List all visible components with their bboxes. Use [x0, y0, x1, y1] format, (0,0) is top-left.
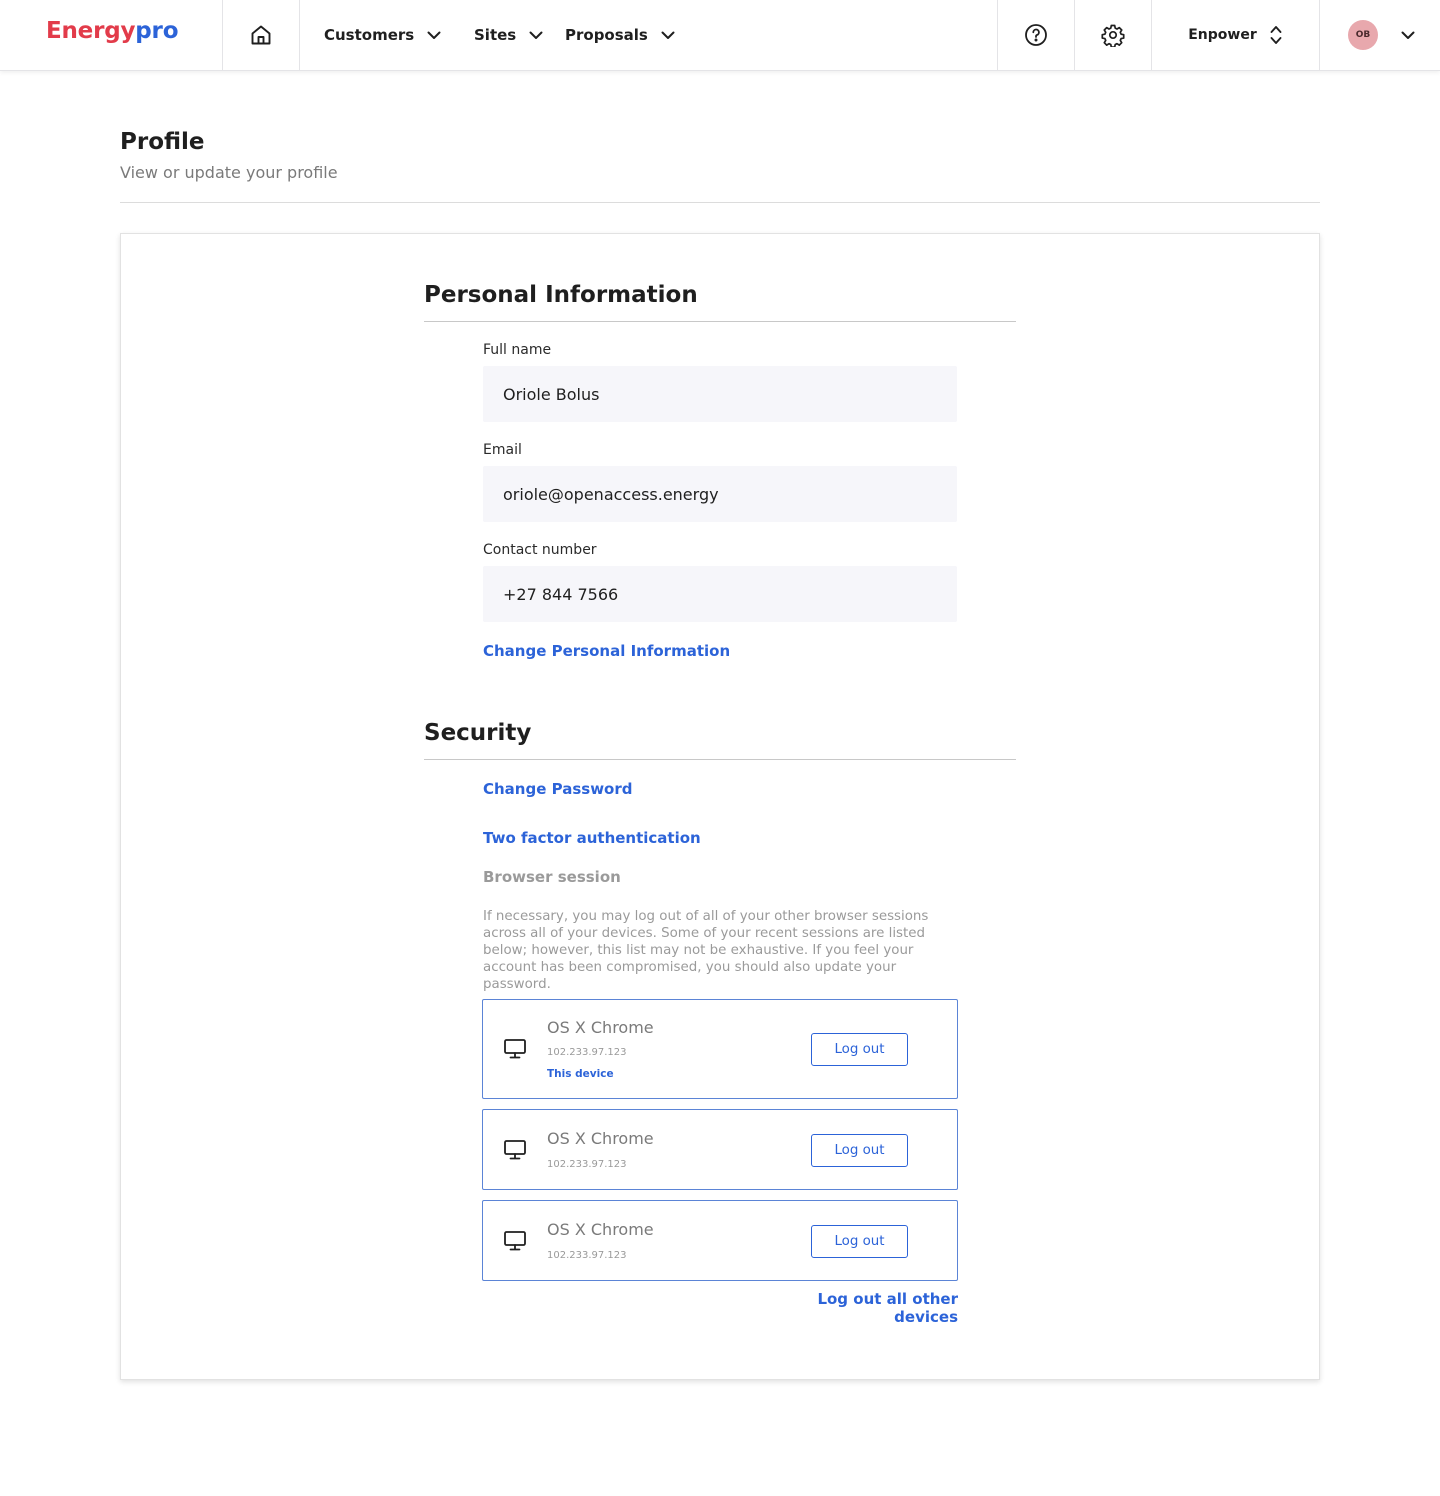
section-divider — [424, 759, 1016, 760]
organisation-switcher[interactable]: Enpower — [1152, 0, 1319, 70]
log-out-all-other-devices-link[interactable]: Log out all other devices — [775, 1290, 958, 1326]
two-factor-authentication-link[interactable]: Two factor authentication — [483, 829, 701, 847]
email-value: oriole@openaccess.energy — [503, 484, 719, 504]
browser-session-description: If necessary, you may log out of all of … — [483, 909, 929, 992]
this-device-badge: This device — [547, 1068, 614, 1080]
contact-number-value: +27 844 7566 — [503, 584, 619, 604]
organisation-name: Enpower — [1188, 27, 1257, 43]
session-device-name: OS X Chrome — [547, 1018, 654, 1037]
email-field[interactable]: oriole@openaccess.energy — [483, 466, 957, 522]
browser-session-heading: Browser session — [483, 868, 621, 886]
home-button[interactable] — [223, 0, 299, 70]
monitor-icon — [503, 1230, 527, 1252]
home-icon — [249, 23, 273, 47]
security-heading: Security — [424, 720, 532, 746]
chevron-down-icon — [1400, 27, 1416, 43]
nav-menu-label: Proposals — [565, 26, 648, 44]
nav-menu-proposals[interactable]: Proposals — [565, 0, 676, 70]
session-ip-address: 102.233.97.123 — [547, 1159, 627, 1170]
page-title: Profile — [120, 129, 205, 155]
help-circle-icon — [1024, 23, 1048, 47]
nav-menu-label: Customers — [324, 26, 415, 44]
session-logout-button[interactable]: Log out — [811, 1225, 908, 1258]
email-label: Email — [483, 442, 522, 458]
contact-number-field[interactable]: +27 844 7566 — [483, 566, 957, 622]
session-card: OS X Chrome 102.233.97.123 Log out — [482, 1109, 958, 1190]
avatar: OB — [1348, 20, 1378, 50]
logo-part-energy: Energy — [46, 18, 136, 44]
user-menu[interactable]: OB — [1320, 0, 1440, 70]
chevron-down-icon — [426, 27, 442, 43]
settings-button[interactable] — [1075, 0, 1151, 70]
session-logout-button[interactable]: Log out — [811, 1134, 908, 1167]
energypro-logo[interactable]: Energypro — [46, 18, 179, 44]
chevron-down-icon — [660, 27, 676, 43]
monitor-icon — [503, 1139, 527, 1161]
logo-part-pro: pro — [135, 18, 179, 44]
chevron-down-icon — [528, 27, 544, 43]
personal-information-heading: Personal Information — [424, 282, 698, 308]
nav-divider — [299, 0, 300, 70]
change-password-link[interactable]: Change Password — [483, 780, 633, 798]
session-device-name: OS X Chrome — [547, 1129, 654, 1148]
nav-menu-customers[interactable]: Customers — [324, 0, 442, 70]
page-subtitle: View or update your profile — [120, 163, 338, 182]
session-device-name: OS X Chrome — [547, 1220, 654, 1239]
change-personal-information-link[interactable]: Change Personal Information — [483, 642, 730, 660]
session-card: OS X Chrome 102.233.97.123 This device L… — [482, 999, 958, 1099]
top-navbar: Energypro Customers Sites Proposals Enpo… — [0, 0, 1440, 71]
gear-icon — [1101, 23, 1125, 47]
session-ip-address: 102.233.97.123 — [547, 1047, 627, 1058]
contact-number-label: Contact number — [483, 542, 597, 558]
chevron-up-down-icon — [1269, 24, 1283, 46]
page-divider — [120, 202, 1320, 203]
session-logout-button[interactable]: Log out — [811, 1033, 908, 1066]
monitor-icon — [503, 1038, 527, 1060]
help-button[interactable] — [998, 0, 1074, 70]
nav-menu-label: Sites — [474, 26, 517, 44]
session-ip-address: 102.233.97.123 — [547, 1250, 627, 1261]
full-name-value: Oriole Bolus — [503, 384, 600, 404]
section-divider — [424, 321, 1016, 322]
full-name-field[interactable]: Oriole Bolus — [483, 366, 957, 422]
nav-menu-sites[interactable]: Sites — [474, 0, 544, 70]
session-card: OS X Chrome 102.233.97.123 Log out — [482, 1200, 958, 1281]
full-name-label: Full name — [483, 342, 552, 358]
